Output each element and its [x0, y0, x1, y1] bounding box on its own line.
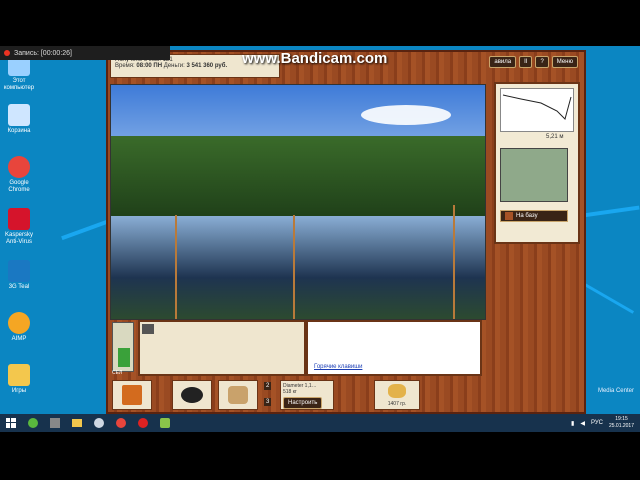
pot-slot[interactable] [172, 380, 212, 410]
taskbar-calculator[interactable] [44, 414, 66, 432]
bait-slot[interactable]: 1407 гр. [374, 380, 420, 410]
gauge-fill [118, 348, 130, 367]
bait-bag-icon [228, 386, 248, 404]
menu-button[interactable]: Меню [551, 56, 578, 68]
taskbar-settings[interactable] [88, 414, 110, 432]
language-indicator[interactable]: РУС [591, 420, 603, 426]
to-base-button[interactable]: На базу [500, 210, 568, 222]
gauge-label: СЕЛ [112, 370, 123, 376]
desktop-icon-chrome[interactable]: Google Chrome [2, 156, 36, 194]
network-icon[interactable]: ▮ [571, 420, 574, 427]
letterbox-top [0, 0, 640, 46]
rod-status-panel [138, 320, 306, 376]
inventory-bar: 2 3 Diameter 1,1… 518 кг Настроить 1407 … [112, 378, 584, 412]
lake-minimap[interactable] [500, 148, 568, 202]
bait-icon [388, 384, 406, 398]
settings-icon [94, 418, 104, 428]
pause-button[interactable]: II [519, 56, 533, 68]
forest [111, 136, 485, 221]
bucket-icon [122, 385, 142, 405]
energy-gauge [112, 322, 134, 372]
bag-slot[interactable] [218, 380, 258, 410]
desktop-icon-recycle[interactable]: Корзина [2, 104, 36, 135]
calculator-icon [50, 418, 60, 428]
bandicam-watermark: www.Bandicam.com [242, 50, 388, 67]
folder-icon [72, 419, 82, 427]
taskbar-game[interactable] [154, 414, 176, 432]
game-window: Получено очков: 121 Время: 08:00 ПН День… [106, 50, 586, 414]
house-icon [505, 212, 513, 220]
bandicam-icon [138, 418, 148, 428]
windows-icon [6, 418, 16, 428]
taskbar: ▮ ◀ РУС 19:15 25.01.2017 [0, 414, 640, 432]
bait-weight: 1407 гр. [387, 401, 407, 407]
recycle-bin-icon [8, 104, 30, 126]
taskbar-explorer[interactable] [66, 414, 88, 432]
count-badge: 3 [264, 398, 272, 406]
media-center-text: Media Center [597, 388, 634, 394]
lure-weight: 518 кг [283, 389, 297, 395]
lake-scene[interactable] [110, 84, 486, 320]
hot-keys-link[interactable]: Горячие клавиши [314, 364, 362, 370]
record-dot-icon [4, 50, 10, 56]
taskbar-chrome[interactable] [110, 414, 132, 432]
time-value: 08:00 ПН [136, 63, 163, 69]
system-tray: ▮ ◀ РУС 19:15 25.01.2017 [571, 414, 634, 432]
folder-icon [8, 364, 30, 386]
bucket-slot[interactable] [112, 380, 152, 410]
aimp-icon [8, 312, 30, 334]
depth-graph [500, 88, 574, 132]
fire-icon [142, 324, 154, 334]
start-button[interactable] [0, 414, 22, 432]
desktop-icon-games[interactable]: Игры [2, 364, 36, 395]
desktop-icon-kaspersky[interactable]: Kaspersky Anti-Virus [2, 208, 36, 246]
taskbar-bandicam[interactable] [132, 414, 154, 432]
volume-icon[interactable]: ◀ [580, 420, 585, 427]
lure-panel[interactable]: Diameter 1,1… 518 кг Настроить [280, 380, 334, 410]
recorder-bar: Запись: [00:00:26] [0, 46, 170, 60]
utorrent-icon [28, 418, 38, 428]
rules-button[interactable]: авила [489, 56, 517, 68]
money-value: 3 541 360 руб. [186, 63, 228, 69]
fishing-rod[interactable] [293, 215, 295, 319]
water [111, 216, 485, 319]
depth-profile-line [502, 94, 572, 120]
cloud [361, 105, 451, 125]
letterbox-bottom [0, 432, 640, 480]
clock-date: 25.01.2017 [608, 423, 634, 429]
game-icon [160, 418, 170, 428]
clock[interactable]: 19:15 25.01.2017 [609, 416, 634, 430]
taskbar-utorrent[interactable] [22, 414, 44, 432]
fishing-rod[interactable] [175, 215, 177, 319]
chrome-icon [8, 156, 30, 178]
game-toolbar: авила II ? Меню [489, 56, 578, 68]
clock-time: 19:15 [615, 416, 628, 422]
desktop-icon-3g[interactable]: 3G Teal [2, 260, 36, 291]
time-label: Время: [115, 63, 135, 69]
help-button[interactable]: ? [535, 56, 549, 68]
money-label: Деньги: [163, 63, 185, 69]
chrome-icon [116, 418, 126, 428]
desktop-icon-aimp[interactable]: AIMP [2, 312, 36, 343]
pot-icon [181, 387, 203, 403]
3g-icon [8, 260, 30, 282]
count-badge: 2 [264, 382, 272, 390]
setup-button[interactable]: Настроить [283, 397, 323, 409]
fishing-rod[interactable] [453, 205, 455, 319]
map-panel: 5,21 м На базу [494, 82, 580, 244]
depth-value: 5,21 м [546, 134, 564, 140]
kaspersky-icon [8, 208, 30, 230]
recorder-label: Запись: [00:00:26] [14, 49, 72, 57]
